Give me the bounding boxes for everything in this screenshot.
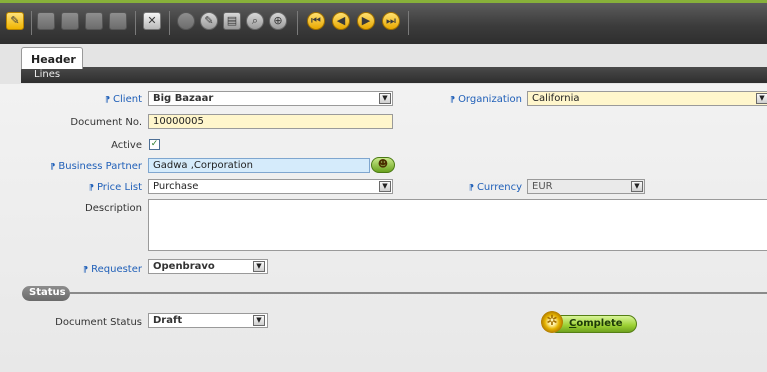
link-icon: ⁋ — [449, 95, 456, 104]
gear-icon: ✲ — [541, 311, 563, 333]
client-label-text: Client — [113, 94, 142, 105]
description-textarea[interactable] — [148, 199, 767, 251]
tab-header[interactable]: Header — [21, 47, 83, 69]
chevron-down-icon[interactable]: ▼ — [379, 181, 391, 192]
client-label[interactable]: ⁋ Client — [60, 94, 142, 105]
link-icon: ⁋ — [83, 265, 89, 274]
save-icon[interactable] — [85, 12, 103, 30]
status-section-header[interactable]: Status — [22, 286, 70, 301]
delete-icon[interactable]: ✕ — [143, 12, 161, 30]
copy-icon[interactable] — [37, 12, 55, 30]
organization-label-text: Organization — [458, 94, 522, 105]
currency-label[interactable]: ⁋ Currency — [440, 182, 522, 193]
status-section-divider — [70, 292, 767, 294]
currency-select[interactable]: EUR — [527, 179, 645, 194]
chevron-down-icon[interactable]: ▼ — [379, 93, 391, 104]
organization-select[interactable]: California — [527, 91, 767, 106]
search-icon[interactable]: ⌕ — [246, 12, 264, 30]
business-partner-label[interactable]: ⁋ Business Partner — [40, 161, 142, 172]
document-no-field[interactable]: 10000005 — [148, 114, 393, 129]
toolbar: ✎ ✕ ✎ ▤ ⌕ ⊕ ⏮ ◀ ▶ ⏭ — [0, 0, 767, 44]
price-list-label[interactable]: ⁋ Price List — [60, 182, 142, 193]
description-label: Description — [85, 203, 142, 214]
complete-button-label[interactable]: Complete — [569, 318, 623, 329]
chevron-down-icon[interactable]: ▼ — [253, 261, 265, 272]
active-checkbox[interactable]: ✓ — [149, 139, 160, 150]
requester-label[interactable]: ⁋ Requester — [60, 264, 142, 275]
requester-select[interactable]: Openbravo — [148, 259, 268, 274]
toolbar-separator — [408, 11, 409, 35]
new-record-icon[interactable]: ✎ — [6, 12, 24, 30]
client-select[interactable]: Big Bazaar — [148, 91, 393, 106]
first-record-icon[interactable]: ⏮ — [307, 12, 325, 30]
previous-record-icon[interactable]: ◀ — [332, 12, 350, 30]
zoom-icon[interactable]: ⊕ — [269, 12, 287, 30]
price-list-select[interactable]: Purchase — [148, 179, 393, 194]
toolbar-separator — [31, 11, 32, 35]
last-record-icon[interactable]: ⏭ — [382, 12, 400, 30]
edit-icon[interactable]: ✎ — [200, 12, 218, 30]
toolbar-separator — [135, 11, 136, 35]
currency-label-text: Currency — [476, 182, 522, 193]
toolbar-separator — [297, 11, 298, 35]
price-list-label-text: Price List — [96, 182, 142, 193]
chevron-down-icon[interactable]: ▼ — [631, 181, 643, 192]
link-icon: ⁋ — [468, 183, 474, 192]
paste-icon[interactable] — [61, 12, 79, 30]
partner-selector-icon: ☻ — [377, 159, 389, 170]
business-partner-search-button[interactable]: ☻ — [371, 157, 395, 173]
document-status-label: Document Status — [55, 317, 142, 328]
undo-icon[interactable] — [109, 12, 127, 30]
active-label: Active — [111, 140, 142, 151]
chevron-down-icon[interactable]: ▼ — [253, 315, 265, 326]
document-status-select[interactable]: Draft — [148, 313, 268, 328]
document-no-label: Document No. — [70, 117, 142, 128]
attach-icon[interactable] — [177, 12, 195, 30]
toolbar-separator — [169, 11, 170, 35]
print-icon[interactable]: ▤ — [223, 12, 241, 30]
next-record-icon[interactable]: ▶ — [357, 12, 375, 30]
link-icon: ⁋ — [50, 162, 56, 171]
chevron-down-icon[interactable]: ▼ — [756, 93, 767, 104]
business-partner-field[interactable]: Gadwa ,Corporation — [148, 158, 370, 173]
requester-label-text: Requester — [91, 264, 142, 275]
organization-label[interactable]: ⁋ Organization — [440, 94, 522, 105]
link-icon: ⁋ — [88, 183, 94, 192]
business-partner-label-text: Business Partner — [58, 161, 142, 172]
tab-lines[interactable]: Lines — [21, 67, 767, 83]
link-icon: ⁋ — [104, 95, 111, 104]
